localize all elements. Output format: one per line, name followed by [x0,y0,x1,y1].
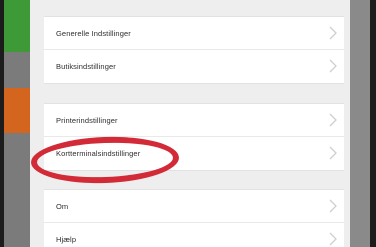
background-orange-tile [4,88,30,133]
settings-item-help[interactable]: Hjælp [44,223,344,247]
settings-item-printer[interactable]: Printerindstillinger [44,104,344,137]
chevron-right-icon [328,59,338,73]
chevron-right-icon [328,232,338,246]
settings-item-label: Generelle Indstillinger [56,28,131,38]
settings-panel: Generelle Indstillinger Butiksindstillin… [30,0,350,247]
settings-item-store[interactable]: Butiksindstillinger [44,50,344,83]
settings-item-label: Hjælp [56,235,77,244]
settings-item-about[interactable]: Om [44,190,344,223]
settings-group-info: Om Hjælp [44,189,344,247]
settings-group-general: Generelle Indstillinger Butiksindstillin… [44,16,344,84]
settings-item-label: Om [56,201,69,211]
settings-item-label: Butiksindstillinger [56,62,116,71]
chevron-right-icon [328,146,338,160]
settings-item-label: Printerindstillinger [56,115,118,125]
app-screen: Generelle Indstillinger Butiksindstillin… [4,0,370,247]
background-green-tile [4,0,30,52]
chevron-right-icon [328,199,338,213]
settings-item-general[interactable]: Generelle Indstillinger [44,17,344,50]
chevron-right-icon [328,113,338,127]
chevron-right-icon [328,26,338,40]
